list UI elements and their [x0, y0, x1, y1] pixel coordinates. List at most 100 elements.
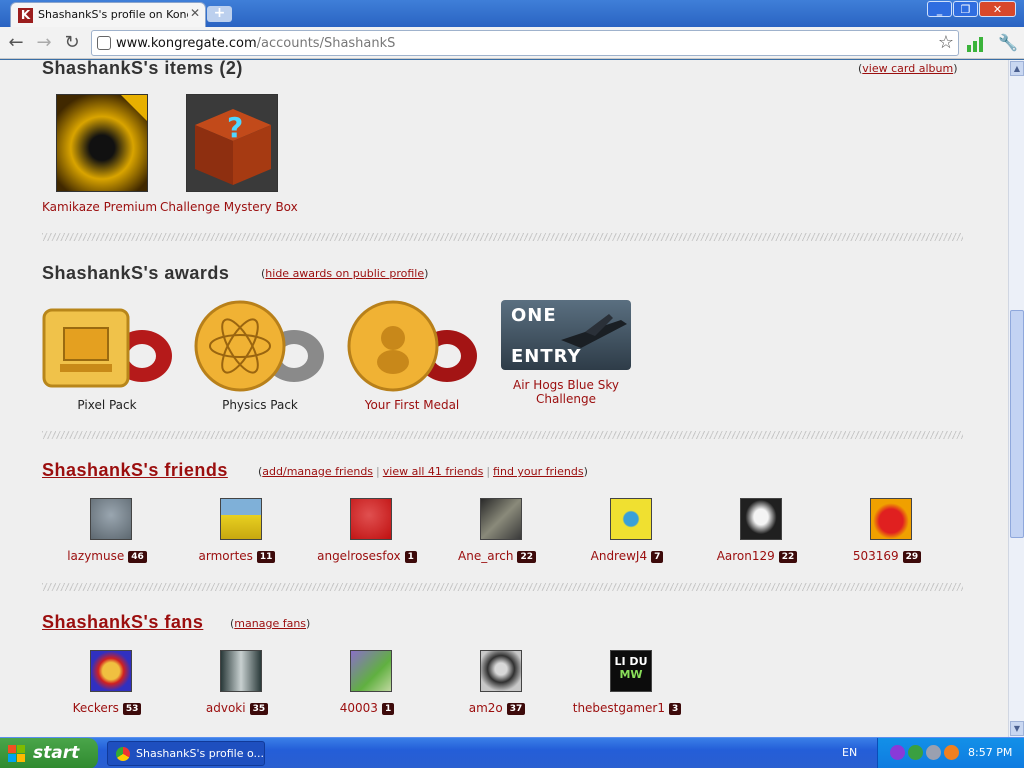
maximize-button[interactable]: ❐: [953, 1, 978, 17]
friends-title[interactable]: ShashankS's friends: [42, 460, 228, 481]
physics-pack-medal-icon[interactable]: [194, 298, 326, 392]
fan-name[interactable]: 40003: [340, 701, 378, 715]
paren-close: ): [953, 62, 958, 75]
avatar[interactable]: [90, 498, 132, 540]
kamikaze-premium-card[interactable]: [56, 94, 148, 192]
kongregate-favicon-icon: K: [18, 8, 33, 23]
items-links: (view card album): [858, 62, 957, 75]
friend-name[interactable]: AndrewJ4: [591, 549, 647, 563]
browser-tab[interactable]: K ShashankS's profile on Kongre ✕: [10, 2, 206, 27]
extension-signal-icon[interactable]: [966, 36, 984, 52]
avatar[interactable]: [220, 498, 262, 540]
friend-card[interactable]: 503169 29: [822, 498, 952, 568]
friend-name[interactable]: armortes: [199, 549, 253, 563]
wrench-menu-icon[interactable]: 🔧: [998, 33, 1018, 52]
item-name-kamikaze[interactable]: Kamikaze Premium: [42, 200, 157, 214]
avatar[interactable]: [480, 498, 522, 540]
volume-icon[interactable]: [926, 745, 941, 760]
bookmark-star-icon[interactable]: ☆: [938, 32, 954, 53]
fan-card[interactable]: Keckers 53: [42, 650, 172, 720]
award-name-first-medal[interactable]: Your First Medal: [347, 398, 477, 412]
hide-awards-link[interactable]: hide awards on public profile: [265, 267, 424, 280]
fan-name[interactable]: Keckers: [73, 701, 119, 715]
friend-card[interactable]: angelrosesfox 1: [302, 498, 432, 568]
avatar[interactable]: [90, 650, 132, 692]
new-tab-button[interactable]: +: [207, 6, 232, 22]
fan-card[interactable]: am2o 37: [432, 650, 562, 720]
close-tab-icon[interactable]: ✕: [190, 6, 200, 20]
friend-name[interactable]: 503169: [853, 549, 899, 563]
friend-card[interactable]: Aaron129 22: [692, 498, 822, 568]
link-separator: |: [376, 465, 380, 478]
network-icon[interactable]: [908, 745, 923, 760]
avatar[interactable]: [220, 650, 262, 692]
tray-app-icon[interactable]: [890, 745, 905, 760]
friend-name-line: armortes 11: [172, 549, 302, 563]
award-name-air-hogs[interactable]: Air Hogs Blue Sky Challenge: [501, 378, 631, 406]
friend-name[interactable]: angelrosesfox: [317, 549, 401, 563]
language-indicator[interactable]: EN: [842, 746, 857, 759]
fan-name[interactable]: am2o: [469, 701, 503, 715]
taskbar-chrome-window[interactable]: ShashankS's profile o...: [107, 741, 265, 766]
fan-card[interactable]: advoki 35: [172, 650, 302, 720]
avatar[interactable]: [350, 650, 392, 692]
friend-card[interactable]: armortes 11: [172, 498, 302, 568]
start-button[interactable]: start: [0, 738, 98, 768]
award-name-pixel: Pixel Pack: [77, 398, 137, 412]
items-title: ShashankS's items (2): [42, 60, 243, 78]
fan-name-line: advoki 35: [172, 701, 302, 715]
fan-name-line: Keckers 53: [42, 701, 172, 715]
windows-logo-icon: [8, 745, 25, 762]
forward-arrow-icon[interactable]: →: [34, 33, 54, 53]
avatar-logo-bottom: MW: [619, 668, 643, 681]
view-card-album-link[interactable]: view card album: [862, 62, 953, 75]
view-all-friends-link[interactable]: view all 41 friends: [383, 465, 484, 478]
first-medal-icon[interactable]: [347, 298, 479, 392]
add-manage-friends-link[interactable]: add/manage friends: [262, 465, 373, 478]
item-name-mystery-box[interactable]: Challenge Mystery Box: [160, 200, 298, 214]
friend-card[interactable]: AndrewJ4 7: [562, 498, 692, 568]
friend-name[interactable]: lazymuse: [67, 549, 124, 563]
paren-close: ): [424, 267, 429, 280]
minimize-button[interactable]: _: [927, 1, 952, 17]
friend-card[interactable]: lazymuse 46: [42, 498, 172, 568]
pixel-pack-medal-icon[interactable]: [42, 298, 174, 392]
avatar[interactable]: [350, 498, 392, 540]
friend-name[interactable]: Aaron129: [717, 549, 775, 563]
challenge-mystery-box-card[interactable]: ?: [186, 94, 278, 192]
friend-name-line: Aaron129 22: [692, 549, 822, 563]
fan-card[interactable]: LI DU MW thebestgamer1 3: [562, 650, 692, 720]
fan-name[interactable]: thebestgamer1: [573, 701, 665, 715]
avatar[interactable]: [480, 650, 522, 692]
reload-icon[interactable]: ↻: [62, 33, 82, 53]
level-badge: 37: [506, 703, 526, 715]
fan-card[interactable]: 40003 1: [302, 650, 432, 720]
paren-close: ): [306, 617, 311, 630]
avatar[interactable]: [740, 498, 782, 540]
address-bar[interactable]: www.kongregate.com/accounts/ShashankS ☆: [91, 30, 959, 56]
paren-close: ): [583, 465, 588, 478]
find-friends-link[interactable]: find your friends: [493, 465, 584, 478]
tray-update-icon[interactable]: [944, 745, 959, 760]
friend-name-line: AndrewJ4 7: [562, 549, 692, 563]
fan-name[interactable]: advoki: [206, 701, 246, 715]
vertical-scrollbar[interactable]: ▲ ▼: [1008, 60, 1024, 737]
task-title: ShashankS's profile o...: [136, 747, 264, 760]
friend-card[interactable]: Ane_arch 22: [432, 498, 562, 568]
section-divider: [42, 583, 963, 591]
scrollbar-thumb[interactable]: [1010, 310, 1024, 538]
friend-name-line: lazymuse 46: [42, 549, 172, 563]
air-hogs-badge[interactable]: ONE ENTRY: [501, 300, 631, 370]
avatar[interactable]: [870, 498, 912, 540]
close-window-button[interactable]: ✕: [979, 1, 1016, 17]
avatar[interactable]: [610, 498, 652, 540]
back-arrow-icon[interactable]: ←: [6, 33, 26, 53]
scroll-down-arrow-icon[interactable]: ▼: [1010, 721, 1024, 736]
fans-title[interactable]: ShashankS's fans: [42, 612, 203, 633]
avatar[interactable]: LI DU MW: [610, 650, 652, 692]
level-badge: 1: [404, 551, 417, 563]
level-badge: 1: [381, 703, 395, 715]
scroll-up-arrow-icon[interactable]: ▲: [1010, 61, 1024, 76]
friend-name[interactable]: Ane_arch: [458, 549, 513, 563]
manage-fans-link[interactable]: manage fans: [234, 617, 306, 630]
